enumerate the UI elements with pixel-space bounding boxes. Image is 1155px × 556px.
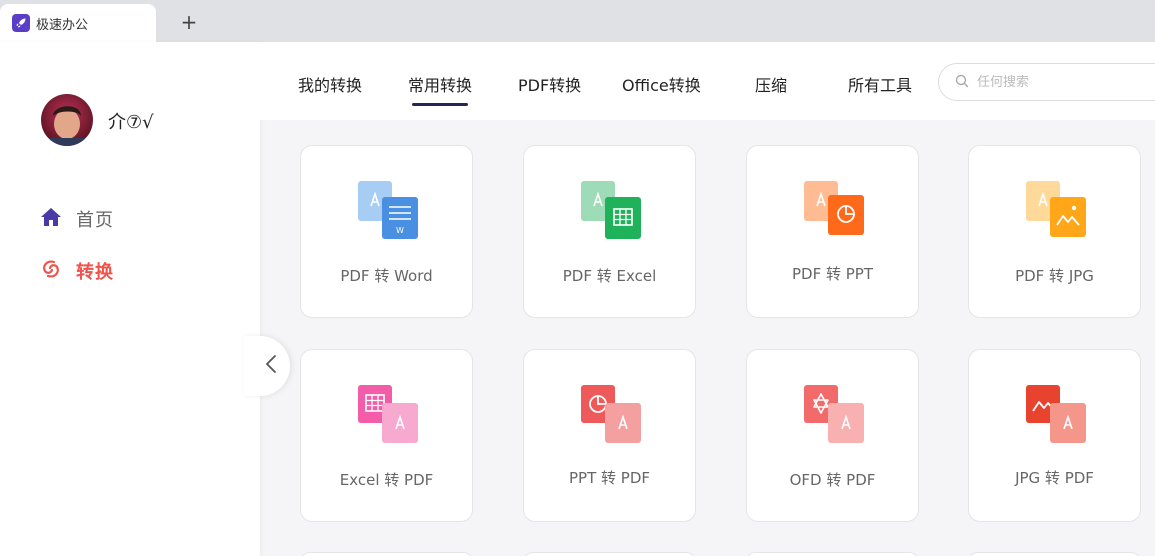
tool-card-pdf-to-jpg[interactable]: PDF 转 JPG: [968, 145, 1141, 318]
tool-card[interactable]: [746, 552, 919, 556]
avatar[interactable]: [41, 94, 93, 146]
tool-card-label: PDF 转 JPG: [1015, 267, 1094, 285]
search-input[interactable]: [977, 74, 1155, 90]
tool-card-label: Excel 转 PDF: [339, 471, 434, 489]
tool-card-pdf-to-excel[interactable]: PDF 转 Excel: [523, 145, 696, 318]
ppt-to-pdf-icon: [581, 385, 641, 443]
tool-card[interactable]: [968, 552, 1141, 556]
tab-common-conversions[interactable]: 常用转换: [408, 72, 472, 106]
tool-card-label: PDF 转 Excel: [562, 267, 657, 285]
sidebar-item-convert[interactable]: 转换: [40, 258, 114, 284]
pdf-to-ppt-icon: [804, 181, 864, 239]
tool-card-label: PPT 转 PDF: [568, 469, 650, 487]
tab-office-conversion[interactable]: Office转换: [622, 72, 701, 96]
pdf-to-word-icon: W: [358, 181, 418, 239]
tool-card-ofd-to-pdf[interactable]: OFD 转 PDF: [746, 349, 919, 522]
tool-card-jpg-to-pdf[interactable]: JPG 转 PDF: [968, 349, 1141, 522]
sidebar: 介⑦√ 首页 转换: [0, 42, 260, 556]
svg-text:W: W: [396, 226, 404, 235]
jpg-to-pdf-icon: [1026, 385, 1086, 443]
collapse-sidebar-button[interactable]: [244, 336, 290, 396]
search-box[interactable]: [938, 63, 1155, 101]
ofd-to-pdf-icon: [804, 385, 864, 443]
browser-tab-strip: 极速办公 +: [0, 0, 1155, 42]
tool-card-label: PDF 转 PPT: [791, 265, 873, 283]
pdf-to-jpg-icon: [1026, 181, 1086, 239]
tool-card-label: PDF 转 Word: [340, 267, 433, 285]
new-tab-button[interactable]: +: [178, 8, 200, 36]
tool-card-pdf-to-ppt[interactable]: PDF 转 PPT: [746, 145, 919, 318]
home-icon: [40, 206, 62, 232]
tab-compress[interactable]: 压缩: [755, 72, 787, 96]
convert-icon: [40, 258, 62, 284]
header: 我的转换 常用转换 PDF转换 Office转换 压缩 所有工具: [260, 42, 1155, 120]
tool-card[interactable]: [523, 552, 696, 556]
pdf-to-excel-icon: [581, 181, 641, 239]
tab-pdf-conversion[interactable]: PDF转换: [518, 72, 581, 96]
browser-tab[interactable]: 极速办公: [0, 4, 156, 42]
tool-card-label: JPG 转 PDF: [1015, 469, 1094, 487]
sidebar-item-label: 首页: [76, 210, 114, 231]
sidebar-item-home[interactable]: 首页: [40, 206, 114, 232]
tool-card-label: OFD 转 PDF: [789, 471, 876, 489]
tab-my-conversions[interactable]: 我的转换: [298, 72, 362, 96]
sidebar-item-label: 转换: [76, 262, 114, 283]
tool-card-ppt-to-pdf[interactable]: PPT 转 PDF: [523, 349, 696, 522]
tool-card[interactable]: [300, 552, 473, 556]
username: 介⑦√: [108, 112, 154, 133]
chevron-left-icon: [265, 354, 277, 378]
tool-card-pdf-to-word[interactable]: W PDF 转 Word: [300, 145, 473, 318]
tool-card-excel-to-pdf[interactable]: Excel 转 PDF: [300, 349, 473, 522]
rocket-icon: [12, 14, 30, 32]
excel-to-pdf-icon: [358, 385, 418, 443]
search-icon: [955, 73, 969, 92]
tab-all-tools[interactable]: 所有工具: [848, 72, 912, 96]
browser-tab-title: 极速办公: [36, 17, 89, 33]
